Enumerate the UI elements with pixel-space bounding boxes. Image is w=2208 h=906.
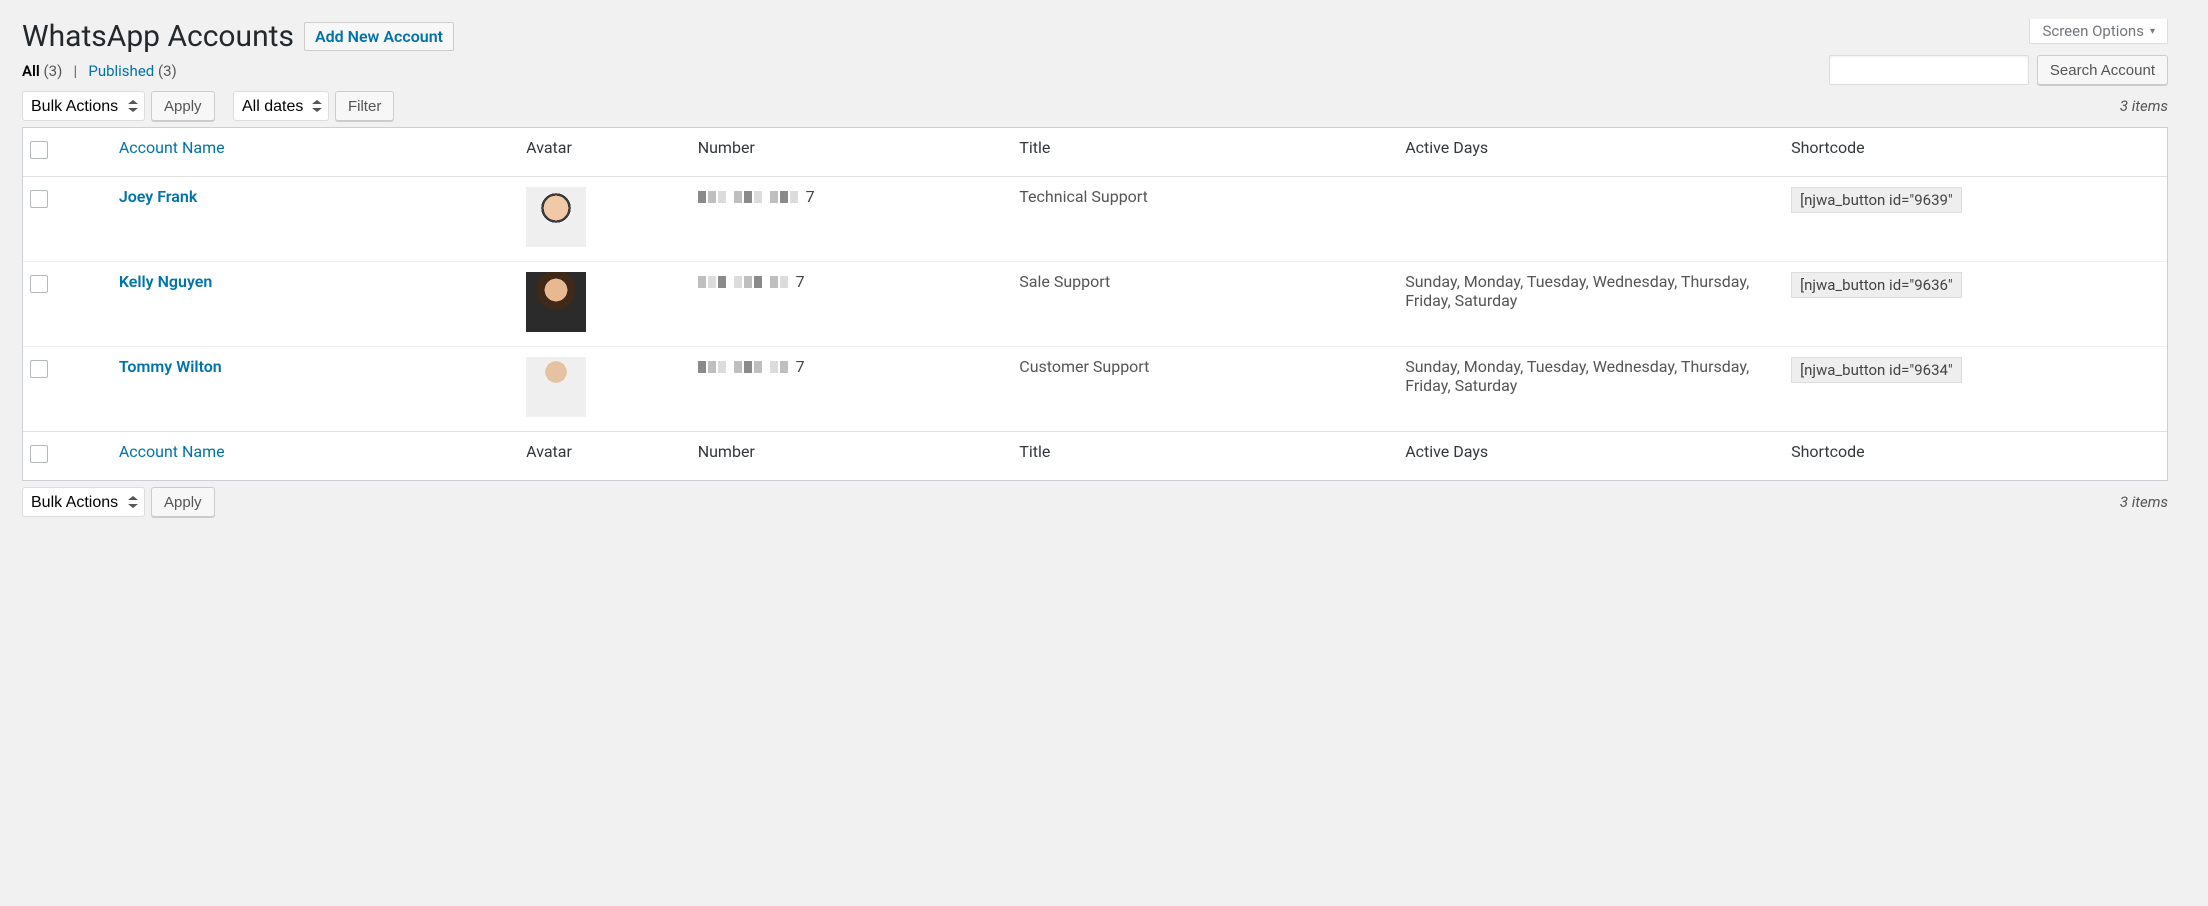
avatar-image bbox=[526, 272, 586, 332]
search-input[interactable] bbox=[1829, 55, 2029, 85]
table-row: Joey Frank 7 Technical Support [njwa_but… bbox=[23, 177, 2167, 261]
shortcode-box[interactable]: [njwa_button id="9636" bbox=[1791, 272, 1962, 298]
items-count-top: 3 items bbox=[2120, 97, 2168, 115]
col-header-shortcode: Shortcode bbox=[1781, 128, 2167, 177]
page-title: WhatsApp Accounts bbox=[22, 19, 294, 54]
col-header-number: Number bbox=[688, 128, 1010, 177]
search-account-button[interactable]: Search Account bbox=[2037, 55, 2168, 85]
active-days: Sunday, Monday, Tuesday, Wednesday, Thur… bbox=[1395, 346, 1781, 431]
col-header-active-days: Active Days bbox=[1395, 128, 1781, 177]
apply-bulk-bottom-button[interactable]: Apply bbox=[151, 487, 215, 517]
account-title: Customer Support bbox=[1009, 346, 1395, 431]
col-footer-title: Title bbox=[1009, 431, 1395, 480]
account-title: Sale Support bbox=[1009, 261, 1395, 346]
accounts-table: Account Name Avatar Number Title Active … bbox=[22, 127, 2168, 481]
filter-button[interactable]: Filter bbox=[335, 91, 394, 121]
col-footer-active-days: Active Days bbox=[1395, 431, 1781, 480]
shortcode-box[interactable]: [njwa_button id="9634" bbox=[1791, 357, 1962, 383]
col-header-title: Title bbox=[1009, 128, 1395, 177]
select-all-checkbox-top[interactable] bbox=[30, 141, 48, 159]
account-title: Technical Support bbox=[1009, 177, 1395, 261]
filter-published-link[interactable]: Published bbox=[88, 62, 154, 80]
status-filter-links: All (3) | Published (3) bbox=[22, 62, 177, 80]
filter-all-count: (3) bbox=[44, 62, 63, 80]
active-days bbox=[1395, 177, 1781, 261]
screen-options-label: Screen Options bbox=[2042, 22, 2144, 40]
col-footer-avatar: Avatar bbox=[516, 431, 688, 480]
phone-number: 7 bbox=[698, 272, 805, 291]
filter-published-count: (3) bbox=[158, 62, 177, 80]
date-filter-select[interactable]: All dates bbox=[233, 91, 329, 121]
row-checkbox[interactable] bbox=[30, 360, 48, 378]
items-count-bottom: 3 items bbox=[2120, 493, 2168, 511]
account-name-link[interactable]: Kelly Nguyen bbox=[119, 272, 213, 291]
row-checkbox[interactable] bbox=[30, 275, 48, 293]
bulk-actions-select-bottom[interactable]: Bulk Actions bbox=[22, 487, 145, 517]
shortcode-box[interactable]: [njwa_button id="9639" bbox=[1791, 187, 1962, 213]
avatar-image bbox=[526, 187, 586, 247]
col-header-avatar: Avatar bbox=[516, 128, 688, 177]
col-footer-number: Number bbox=[688, 431, 1010, 480]
active-days: Sunday, Monday, Tuesday, Wednesday, Thur… bbox=[1395, 261, 1781, 346]
account-name-link[interactable]: Joey Frank bbox=[119, 187, 197, 206]
select-all-checkbox-bottom[interactable] bbox=[30, 445, 48, 463]
bulk-actions-select-top[interactable]: Bulk Actions bbox=[22, 91, 145, 121]
table-row: Kelly Nguyen 7 Sale Support Sunday, Mond… bbox=[23, 261, 2167, 346]
add-new-account-button[interactable]: Add New Account bbox=[304, 22, 454, 51]
col-header-account-name[interactable]: Account Name bbox=[119, 138, 225, 157]
screen-options-tab[interactable]: Screen Options bbox=[2029, 19, 2168, 44]
row-checkbox[interactable] bbox=[30, 190, 48, 208]
col-footer-account-name[interactable]: Account Name bbox=[119, 442, 225, 461]
table-row: Tommy Wilton 7 Customer Support Sunday, … bbox=[23, 346, 2167, 431]
apply-bulk-top-button[interactable]: Apply bbox=[151, 91, 215, 121]
avatar-image bbox=[526, 357, 586, 417]
col-footer-shortcode: Shortcode bbox=[1781, 431, 2167, 480]
phone-number: 7 bbox=[698, 357, 805, 376]
phone-number: 7 bbox=[698, 187, 815, 206]
account-name-link[interactable]: Tommy Wilton bbox=[119, 357, 222, 376]
filter-all-link[interactable]: All bbox=[22, 62, 40, 80]
